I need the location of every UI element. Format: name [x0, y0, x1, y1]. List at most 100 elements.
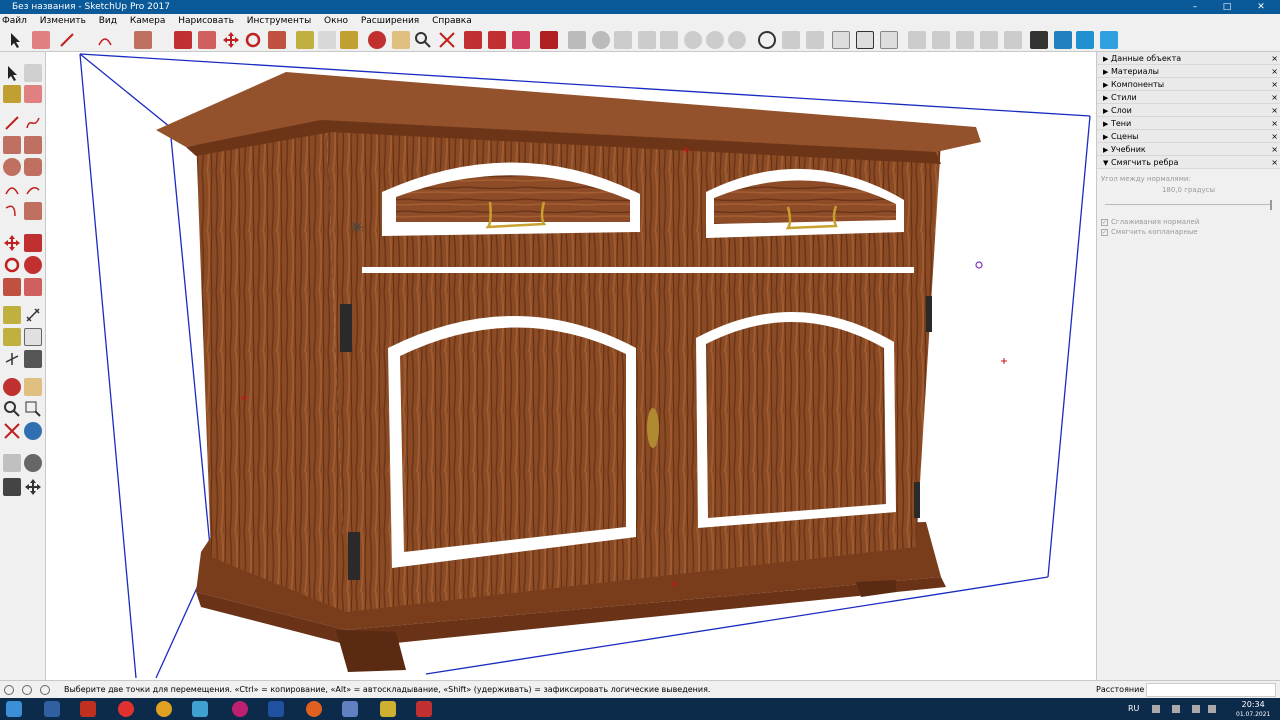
media-player-icon[interactable] — [80, 701, 96, 717]
arc-tool-icon[interactable] — [3, 180, 21, 198]
text-tool-icon[interactable] — [24, 328, 42, 346]
3d-text-icon[interactable] — [1100, 31, 1118, 49]
maximize-button[interactable]: □ — [1212, 0, 1242, 14]
rectangle-tool-icon[interactable] — [134, 31, 152, 49]
sketchup-taskbar-icon[interactable] — [416, 701, 432, 717]
zoom-extents-icon[interactable] — [438, 31, 456, 49]
rotate-tool-icon[interactable] — [3, 256, 21, 274]
close-icon[interactable]: × — [1271, 130, 1278, 143]
select-tool-icon[interactable] — [6, 31, 24, 49]
chrome-icon[interactable] — [156, 701, 172, 717]
close-button[interactable]: ✕ — [1246, 0, 1276, 14]
line-tool-icon[interactable] — [3, 114, 21, 132]
menu-help[interactable]: Справка — [432, 16, 472, 26]
view-back-icon[interactable] — [660, 31, 678, 49]
paint-app-icon[interactable] — [380, 701, 396, 717]
freehand-tool-icon[interactable] — [24, 114, 42, 132]
pan-tool-icon[interactable] — [24, 378, 42, 396]
arc-tool-icon[interactable] — [96, 31, 114, 49]
3point-arc-icon[interactable] — [3, 202, 21, 220]
previous-view-icon[interactable] — [24, 422, 42, 440]
follow-me-tool-icon[interactable] — [24, 256, 42, 274]
view-right-icon[interactable] — [638, 31, 656, 49]
pencil-tool-icon[interactable] — [58, 31, 76, 49]
2point-arc-icon[interactable] — [24, 180, 42, 198]
sandbox-icon[interactable] — [908, 31, 926, 49]
style-hand-icon[interactable] — [806, 31, 824, 49]
menu-tools[interactable]: Инструменты — [247, 16, 311, 26]
volume-icon[interactable] — [1192, 705, 1200, 713]
monochrome-icon[interactable] — [880, 31, 898, 49]
geo-icon[interactable] — [4, 685, 14, 695]
view-left-icon[interactable] — [684, 31, 702, 49]
close-icon[interactable]: × — [1271, 156, 1278, 169]
section-plane-icon[interactable] — [368, 31, 386, 49]
offset-tool-icon[interactable] — [24, 278, 42, 296]
menu-camera[interactable]: Камера — [130, 16, 165, 26]
desktop-icon[interactable] — [44, 701, 60, 717]
paint-bucket-icon[interactable] — [3, 85, 21, 103]
slider-thumb[interactable] — [1270, 200, 1272, 210]
zoom-extents-icon[interactable] — [3, 422, 21, 440]
drape-icon[interactable] — [980, 31, 998, 49]
rotated-rectangle-icon[interactable] — [24, 136, 42, 154]
view-top-icon[interactable] — [592, 31, 610, 49]
photo-match-icon[interactable] — [1054, 31, 1072, 49]
text-tool-icon[interactable] — [318, 31, 336, 49]
move-tool-icon[interactable] — [3, 234, 21, 252]
tray-materials[interactable]: ▶ Материалы × — [1097, 65, 1280, 78]
network-icon[interactable] — [1172, 705, 1180, 713]
tape-measure-icon[interactable] — [3, 306, 21, 324]
zoom-tool-icon[interactable] — [414, 31, 432, 49]
tray-entity-info[interactable]: ▶ Данные объекта × — [1097, 52, 1280, 65]
eraser-tool-icon[interactable] — [24, 85, 42, 103]
shaded-icon[interactable] — [832, 31, 850, 49]
eraser-tool-icon[interactable] — [32, 31, 50, 49]
orbit-tool-icon[interactable] — [3, 378, 21, 396]
close-icon[interactable]: × — [1271, 117, 1278, 130]
extension-warehouse-icon[interactable] — [512, 31, 530, 49]
start-icon[interactable] — [6, 701, 22, 717]
pie-tool-icon[interactable] — [24, 202, 42, 220]
language-indicator[interactable]: RU — [1128, 704, 1139, 713]
tray-styles[interactable]: ▶ Стили × — [1097, 91, 1280, 104]
position-camera-icon[interactable] — [3, 454, 21, 472]
angle-slider[interactable] — [1105, 200, 1272, 210]
close-icon[interactable]: × — [1271, 78, 1278, 91]
geo-location-icon[interactable] — [1076, 31, 1094, 49]
firefox-icon[interactable] — [306, 701, 322, 717]
menu-draw[interactable]: Нарисовать — [178, 16, 234, 26]
xray-icon[interactable] — [706, 31, 724, 49]
animation-icon[interactable] — [1030, 31, 1048, 49]
warehouse-icon[interactable] — [488, 31, 506, 49]
make-component-icon[interactable] — [24, 64, 42, 82]
look-around-icon[interactable] — [24, 454, 42, 472]
close-icon[interactable]: × — [1271, 104, 1278, 117]
textured-icon[interactable] — [856, 31, 874, 49]
sun-icon[interactable] — [728, 31, 746, 49]
check-icon[interactable] — [758, 31, 776, 49]
user-icon[interactable] — [40, 685, 50, 695]
battery-icon[interactable] — [1208, 705, 1216, 713]
door-right[interactable] — [696, 311, 896, 528]
model-viewport[interactable] — [46, 52, 1096, 680]
zoom-tool-icon[interactable] — [3, 400, 21, 418]
menu-file[interactable]: Файл — [2, 16, 27, 26]
move-tool-icon[interactable] — [222, 31, 240, 49]
zoom-window-icon[interactable] — [24, 400, 42, 418]
door-left[interactable] — [388, 316, 636, 568]
info-icon[interactable] — [22, 685, 32, 695]
push-pull-tool-icon[interactable] — [174, 31, 192, 49]
select-tool-icon[interactable] — [3, 64, 21, 82]
rotate-tool-icon[interactable] — [244, 31, 262, 49]
components-icon[interactable] — [464, 31, 482, 49]
menu-window[interactable]: Окно — [324, 16, 348, 26]
tray-soften-edges[interactable]: ▼ Смягчить ребра × — [1097, 156, 1280, 169]
rectangle-tool-icon[interactable] — [3, 136, 21, 154]
style-teapot-icon[interactable] — [782, 31, 800, 49]
opera-icon[interactable] — [232, 701, 248, 717]
orbit-tool-icon[interactable] — [392, 31, 410, 49]
3d-text-icon[interactable] — [24, 350, 42, 368]
tray-instructor[interactable]: ▶ Учебник × — [1097, 143, 1280, 156]
polygon-tool-icon[interactable] — [24, 158, 42, 176]
